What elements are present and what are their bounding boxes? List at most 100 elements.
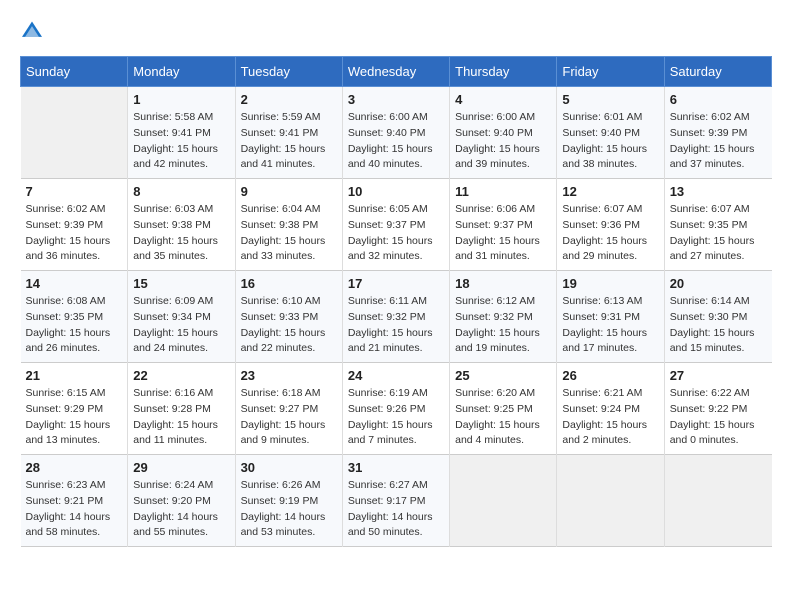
calendar-cell: 29 Sunrise: 6:24 AMSunset: 9:20 PMDayligh… xyxy=(128,455,235,547)
day-number: 17 xyxy=(348,276,444,291)
cell-info: Sunrise: 6:02 AMSunset: 9:39 PMDaylight:… xyxy=(26,202,123,265)
day-number: 4 xyxy=(455,92,551,107)
cell-info: Sunrise: 6:18 AMSunset: 9:27 PMDaylight:… xyxy=(241,386,337,449)
calendar-cell: 9Sunrise: 6:04 AMSunset: 9:38 PMDaylight… xyxy=(235,179,342,271)
week-row-5: 28Sunrise: 6:23 AMSunset: 9:21 PMDayligh… xyxy=(21,455,772,547)
day-number: 25 xyxy=(455,368,551,383)
calendar-cell xyxy=(450,455,557,547)
day-number: 14 xyxy=(26,276,123,291)
col-header-wednesday: Wednesday xyxy=(342,57,449,87)
cell-info: Sunrise: 6:02 AMSunset: 9:39 PMDaylight:… xyxy=(670,110,767,173)
cell-info: Sunrise: 6:21 AMSunset: 9:24 PMDaylight:… xyxy=(562,386,658,449)
day-number: 27 xyxy=(670,368,767,383)
day-number: 11 xyxy=(455,184,551,199)
calendar-cell: 26 Sunrise: 6:21 AMSunset: 9:24 PMDayligh… xyxy=(557,363,664,455)
calendar-cell: 16 Sunrise: 6:10 AMSunset: 9:33 PMDayligh… xyxy=(235,271,342,363)
day-number: 19 xyxy=(562,276,658,291)
cell-info: Sunrise: 6:07 AMSunset: 9:36 PMDaylight:… xyxy=(562,202,658,265)
calendar-cell: 7 Sunrise: 6:02 AMSunset: 9:39 PMDaylight… xyxy=(21,179,128,271)
calendar-cell xyxy=(664,455,771,547)
calendar-cell: 22 Sunrise: 6:16 AMSunset: 9:28 PMDayligh… xyxy=(128,363,235,455)
calendar-header: SundayMondayTuesdayWednesdayThursdayFrid… xyxy=(21,57,772,87)
day-number: 21 xyxy=(26,368,123,383)
cell-info: Sunrise: 6:03 AMSunset: 9:38 PMDaylight:… xyxy=(133,202,229,265)
page-header xyxy=(20,20,772,40)
calendar-cell: 10Sunrise: 6:05 AMSunset: 9:37 PMDayligh… xyxy=(342,179,449,271)
calendar-cell: 19 Sunrise: 6:13 AMSunset: 9:31 PMDayligh… xyxy=(557,271,664,363)
calendar-cell: 4 Sunrise: 6:00 AMSunset: 9:40 PMDaylight… xyxy=(450,87,557,179)
cell-info: Sunrise: 6:06 AMSunset: 9:37 PMDaylight:… xyxy=(455,202,551,265)
day-number: 20 xyxy=(670,276,767,291)
day-number: 15 xyxy=(133,276,229,291)
day-number: 2 xyxy=(241,92,337,107)
cell-info: Sunrise: 6:24 AMSunset: 9:20 PMDaylight:… xyxy=(133,478,229,541)
cell-info: Sunrise: 5:58 AMSunset: 9:41 PMDaylight:… xyxy=(133,110,229,173)
cell-info: Sunrise: 6:23 AMSunset: 9:21 PMDaylight:… xyxy=(26,478,123,541)
cell-info: Sunrise: 6:08 AMSunset: 9:35 PMDaylight:… xyxy=(26,294,123,357)
day-number: 8 xyxy=(133,184,229,199)
day-number: 5 xyxy=(562,92,658,107)
week-row-3: 14 Sunrise: 6:08 AMSunset: 9:35 PMDayligh… xyxy=(21,271,772,363)
cell-info: Sunrise: 6:12 AMSunset: 9:32 PMDaylight:… xyxy=(455,294,551,357)
calendar-cell: 1 Sunrise: 5:58 AMSunset: 9:41 PMDaylight… xyxy=(128,87,235,179)
cell-info: Sunrise: 6:00 AMSunset: 9:40 PMDaylight:… xyxy=(348,110,444,173)
calendar-cell: 2 Sunrise: 5:59 AMSunset: 9:41 PMDaylight… xyxy=(235,87,342,179)
day-number: 3 xyxy=(348,92,444,107)
week-row-4: 21 Sunrise: 6:15 AMSunset: 9:29 PMDayligh… xyxy=(21,363,772,455)
calendar-body: 1 Sunrise: 5:58 AMSunset: 9:41 PMDaylight… xyxy=(21,87,772,547)
cell-info: Sunrise: 6:01 AMSunset: 9:40 PMDaylight:… xyxy=(562,110,658,173)
cell-info: Sunrise: 6:27 AMSunset: 9:17 PMDaylight:… xyxy=(348,478,444,541)
calendar-cell: 12 Sunrise: 6:07 AMSunset: 9:36 PMDayligh… xyxy=(557,179,664,271)
cell-info: Sunrise: 6:13 AMSunset: 9:31 PMDaylight:… xyxy=(562,294,658,357)
day-number: 29 xyxy=(133,460,229,475)
cell-info: Sunrise: 6:22 AMSunset: 9:22 PMDaylight:… xyxy=(670,386,767,449)
calendar-table: SundayMondayTuesdayWednesdayThursdayFrid… xyxy=(20,56,772,547)
calendar-cell: 13Sunrise: 6:07 AMSunset: 9:35 PMDayligh… xyxy=(664,179,771,271)
day-number: 12 xyxy=(562,184,658,199)
calendar-cell: 18 Sunrise: 6:12 AMSunset: 9:32 PMDayligh… xyxy=(450,271,557,363)
cell-info: Sunrise: 6:07 AMSunset: 9:35 PMDaylight:… xyxy=(670,202,767,265)
day-number: 26 xyxy=(562,368,658,383)
week-row-2: 7 Sunrise: 6:02 AMSunset: 9:39 PMDaylight… xyxy=(21,179,772,271)
cell-info: Sunrise: 6:19 AMSunset: 9:26 PMDaylight:… xyxy=(348,386,444,449)
calendar-cell: 15 Sunrise: 6:09 AMSunset: 9:34 PMDayligh… xyxy=(128,271,235,363)
col-header-sunday: Sunday xyxy=(21,57,128,87)
cell-info: Sunrise: 6:15 AMSunset: 9:29 PMDaylight:… xyxy=(26,386,123,449)
calendar-cell: 28Sunrise: 6:23 AMSunset: 9:21 PMDayligh… xyxy=(21,455,128,547)
cell-info: Sunrise: 6:14 AMSunset: 9:30 PMDaylight:… xyxy=(670,294,767,357)
day-number: 23 xyxy=(241,368,337,383)
cell-info: Sunrise: 6:26 AMSunset: 9:19 PMDaylight:… xyxy=(241,478,337,541)
cell-info: Sunrise: 6:11 AMSunset: 9:32 PMDaylight:… xyxy=(348,294,444,357)
calendar-cell: 11 Sunrise: 6:06 AMSunset: 9:37 PMDayligh… xyxy=(450,179,557,271)
calendar-cell: 30Sunrise: 6:26 AMSunset: 9:19 PMDayligh… xyxy=(235,455,342,547)
cell-info: Sunrise: 6:00 AMSunset: 9:40 PMDaylight:… xyxy=(455,110,551,173)
day-number: 18 xyxy=(455,276,551,291)
day-number: 9 xyxy=(241,184,337,199)
cell-info: Sunrise: 6:20 AMSunset: 9:25 PMDaylight:… xyxy=(455,386,551,449)
calendar-cell: 14 Sunrise: 6:08 AMSunset: 9:35 PMDayligh… xyxy=(21,271,128,363)
day-number: 22 xyxy=(133,368,229,383)
day-number: 16 xyxy=(241,276,337,291)
col-header-monday: Monday xyxy=(128,57,235,87)
day-number: 1 xyxy=(133,92,229,107)
calendar-cell: 17 Sunrise: 6:11 AMSunset: 9:32 PMDayligh… xyxy=(342,271,449,363)
logo xyxy=(20,20,48,40)
calendar-cell: 20 Sunrise: 6:14 AMSunset: 9:30 PMDayligh… xyxy=(664,271,771,363)
calendar-cell: 31 Sunrise: 6:27 AMSunset: 9:17 PMDayligh… xyxy=(342,455,449,547)
calendar-cell xyxy=(557,455,664,547)
calendar-cell: 24Sunrise: 6:19 AMSunset: 9:26 PMDayligh… xyxy=(342,363,449,455)
cell-info: Sunrise: 5:59 AMSunset: 9:41 PMDaylight:… xyxy=(241,110,337,173)
header-row: SundayMondayTuesdayWednesdayThursdayFrid… xyxy=(21,57,772,87)
cell-info: Sunrise: 6:09 AMSunset: 9:34 PMDaylight:… xyxy=(133,294,229,357)
week-row-1: 1 Sunrise: 5:58 AMSunset: 9:41 PMDaylight… xyxy=(21,87,772,179)
cell-info: Sunrise: 6:16 AMSunset: 9:28 PMDaylight:… xyxy=(133,386,229,449)
day-number: 31 xyxy=(348,460,444,475)
calendar-cell: 23 Sunrise: 6:18 AMSunset: 9:27 PMDayligh… xyxy=(235,363,342,455)
col-header-tuesday: Tuesday xyxy=(235,57,342,87)
col-header-thursday: Thursday xyxy=(450,57,557,87)
day-number: 7 xyxy=(26,184,123,199)
calendar-cell: 27 Sunrise: 6:22 AMSunset: 9:22 PMDayligh… xyxy=(664,363,771,455)
col-header-saturday: Saturday xyxy=(664,57,771,87)
cell-info: Sunrise: 6:10 AMSunset: 9:33 PMDaylight:… xyxy=(241,294,337,357)
cell-info: Sunrise: 6:05 AMSunset: 9:37 PMDaylight:… xyxy=(348,202,444,265)
